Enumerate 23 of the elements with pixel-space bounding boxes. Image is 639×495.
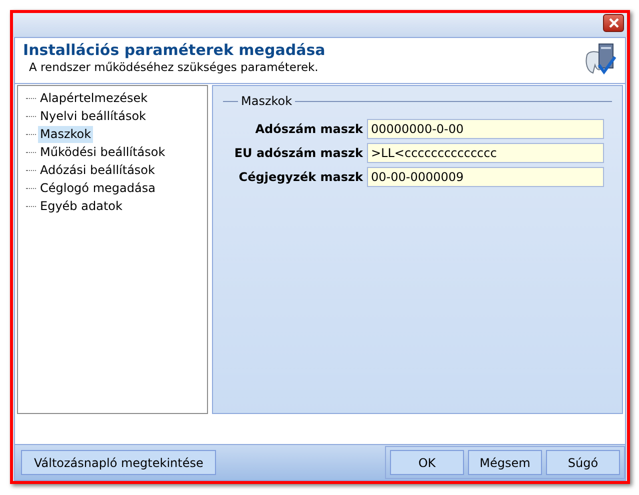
mask-field[interactable]: 00000000-0-00	[367, 119, 604, 139]
field-label: Adószám maszk	[254, 121, 363, 138]
tree-item[interactable]: Működési beállítások	[38, 144, 168, 160]
close-icon	[608, 18, 618, 28]
mask-field[interactable]: 00-00-0000009	[367, 167, 604, 187]
dialog-button[interactable]: Mégsem	[468, 450, 542, 475]
dialog-button[interactable]: Súgó	[546, 450, 620, 475]
tree-item[interactable]: Maszkok	[38, 126, 94, 142]
dialog-subtitle: A rendszer működéséhez szükséges paraméterek.	[28, 60, 320, 74]
field-label: Cégjegyzék maszk	[238, 169, 363, 186]
dialog-title: Installációs paraméterek megadása	[23, 41, 326, 60]
computer-check-icon	[583, 41, 617, 77]
tree-item[interactable]: Nyelvi beállítások	[38, 108, 148, 124]
dialog-button[interactable]: OK	[390, 450, 464, 475]
tree-item[interactable]: Egyéb adatok	[38, 198, 124, 214]
group-title: Maszkok	[241, 93, 292, 110]
close-button[interactable]	[603, 14, 624, 32]
changelog-button[interactable]: Változásnapló megtekintése	[21, 450, 216, 475]
tree-item[interactable]: Alapértelmezések	[38, 90, 150, 106]
mask-field[interactable]: >LL<cccccccccccccc	[367, 143, 604, 163]
tree-item[interactable]: Adózási beállítások	[38, 162, 157, 178]
tree-item[interactable]: Céglogó megadása	[38, 180, 158, 196]
field-label: EU adószám maszk	[233, 145, 363, 162]
